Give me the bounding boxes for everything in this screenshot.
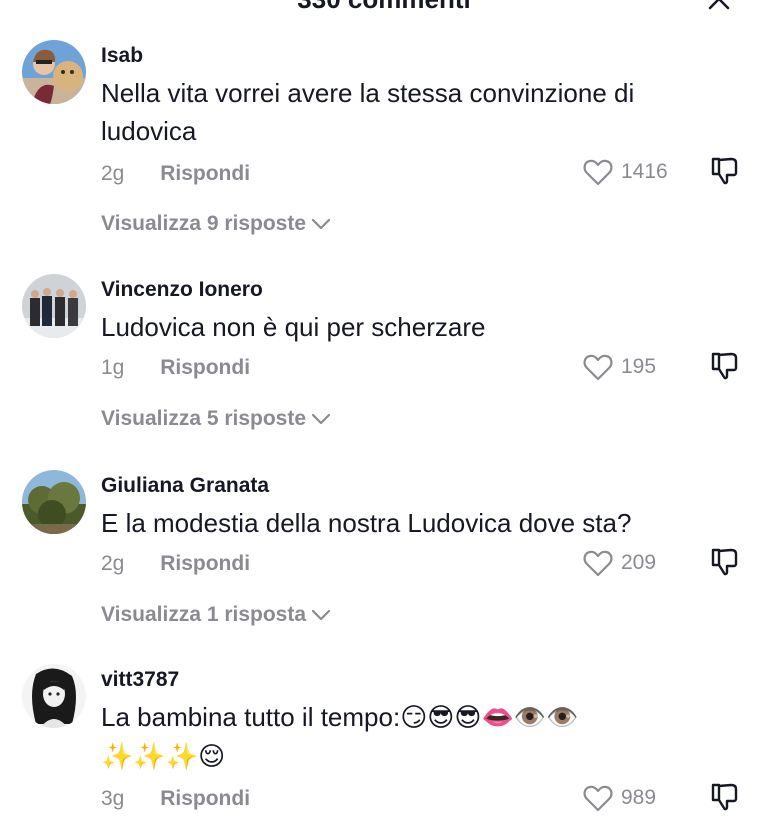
emoji-sequence: ✨✨✨😌 [101, 742, 226, 772]
comment-text: E la modestia della nostra Ludovica dove… [101, 508, 632, 538]
chevron-down-icon [311, 218, 331, 230]
comment-text-line: La bambina tutto il tempo: [101, 702, 401, 732]
dislike-icon[interactable] [709, 781, 741, 813]
view-replies-label: Visualizza 9 risposte [101, 212, 307, 235]
view-replies-button[interactable]: Visualizza 1 risposta [101, 603, 332, 627]
like-count: 195 [621, 355, 657, 378]
comment-item: Isab Nella vita vorrei avere la stessa c… [0, 40, 768, 240]
comment-date: 2g [101, 162, 125, 185]
comment-date: 1g [101, 356, 125, 379]
emoji-sequence: 😏😎😎👄👁️👁️ [400, 703, 579, 733]
comment-username[interactable]: Isab [101, 44, 143, 68]
avatar[interactable] [22, 664, 86, 728]
like-button[interactable]: 1416 [583, 157, 668, 187]
close-icon[interactable] [706, 0, 732, 12]
like-button[interactable]: 195 [583, 352, 656, 382]
chevron-down-icon [311, 609, 331, 621]
reply-button[interactable]: Rispondi [160, 787, 250, 811]
view-replies-label: Visualizza 1 risposta [101, 603, 307, 626]
comment-item: Giuliana Granata E la modestia della nos… [0, 470, 768, 640]
comment-username[interactable]: vitt3787 [101, 668, 179, 692]
comment-item: Vincenzo Ionero Ludovica non è qui per s… [0, 274, 768, 444]
comment-date: 3g [101, 787, 125, 810]
dislike-icon[interactable] [709, 546, 741, 578]
chevron-down-icon [311, 413, 331, 425]
comment-meta: 2g Rispondi [101, 162, 250, 186]
comment-username[interactable]: Vincenzo Ionero [101, 278, 263, 302]
view-replies-button[interactable]: Visualizza 9 risposte [101, 212, 332, 236]
dislike-icon[interactable] [709, 350, 741, 382]
like-button[interactable]: 989 [583, 783, 656, 813]
heart-icon [583, 354, 613, 381]
reply-button[interactable]: Rispondi [160, 552, 250, 576]
comment-meta: 1g Rispondi [101, 356, 250, 380]
avatar[interactable] [22, 470, 86, 534]
like-count: 209 [621, 551, 657, 574]
heart-icon [583, 159, 613, 186]
reply-button[interactable]: Rispondi [160, 356, 250, 380]
comments-count-title: 330 commenti [0, 0, 768, 12]
comment-meta: 2g Rispondi [101, 552, 250, 576]
comments-header: 330 commenti [0, 0, 768, 14]
comment-item: vitt3787 La bambina tutto il tempo:😏😎😎👄👁… [0, 664, 768, 835]
comment-text: Ludovica non è qui per scherzare [101, 312, 486, 342]
avatar[interactable] [22, 274, 86, 338]
reply-button[interactable]: Rispondi [160, 162, 250, 186]
avatar[interactable] [22, 40, 86, 104]
like-count: 989 [621, 786, 657, 809]
heart-icon [583, 550, 613, 577]
comment-text: La bambina tutto il tempo:😏😎😎👄👁️👁️ ✨✨✨😌 [101, 698, 701, 776]
comment-date: 2g [101, 552, 125, 575]
view-replies-button[interactable]: Visualizza 5 risposte [101, 407, 332, 431]
like-button[interactable]: 209 [583, 548, 656, 578]
comment-meta: 3g Rispondi [101, 787, 250, 811]
heart-icon [583, 785, 613, 812]
view-replies-label: Visualizza 5 risposte [101, 407, 307, 430]
comment-username[interactable]: Giuliana Granata [101, 474, 269, 498]
comment-text: Nella vita vorrei avere la stessa convin… [101, 78, 635, 146]
dislike-icon[interactable] [709, 155, 741, 187]
like-count: 1416 [621, 160, 668, 183]
